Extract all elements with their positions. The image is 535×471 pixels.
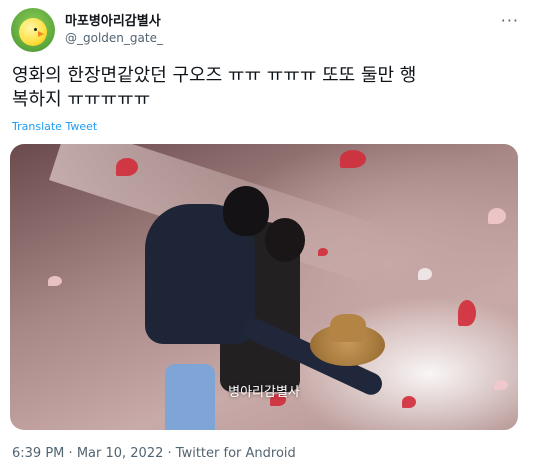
separator-dot: ·	[68, 446, 73, 461]
tweet-text-line: 복하지 ㅠㅠㅠㅠㅠ	[12, 89, 151, 110]
video-subtitle: 병아리감별사	[228, 385, 300, 400]
author-display-name[interactable]: 마포병아리감별사	[65, 10, 161, 29]
tweet-text-line: 영화의 한장면같았던 구오즈 ㅠㅠ ㅠㅠㅠ 또또 둘만 행	[12, 65, 417, 86]
tweet-time[interactable]: 6:39 PM	[12, 446, 64, 461]
tweet-video[interactable]: 병아리감별사	[10, 144, 518, 430]
more-horizontal-icon[interactable]: ···	[501, 11, 519, 30]
avatar[interactable]	[11, 8, 55, 52]
author-handle[interactable]: @_golden_gate_	[65, 31, 163, 45]
tweet-text: 영화의 한장면같았던 구오즈 ㅠㅠ ㅠㅠㅠ 또또 둘만 행 복하지 ㅠㅠㅠㅠㅠ	[12, 64, 512, 112]
separator-dot: ·	[167, 446, 172, 461]
straw-hat	[310, 314, 385, 366]
tweet-source: Twitter for Android	[175, 446, 296, 461]
translate-tweet-link[interactable]: Translate Tweet	[12, 120, 97, 133]
tweet-metadata: 6:39 PM · Mar 10, 2022 · Twitter for And…	[12, 446, 296, 461]
tweet-date[interactable]: Mar 10, 2022	[77, 446, 164, 461]
